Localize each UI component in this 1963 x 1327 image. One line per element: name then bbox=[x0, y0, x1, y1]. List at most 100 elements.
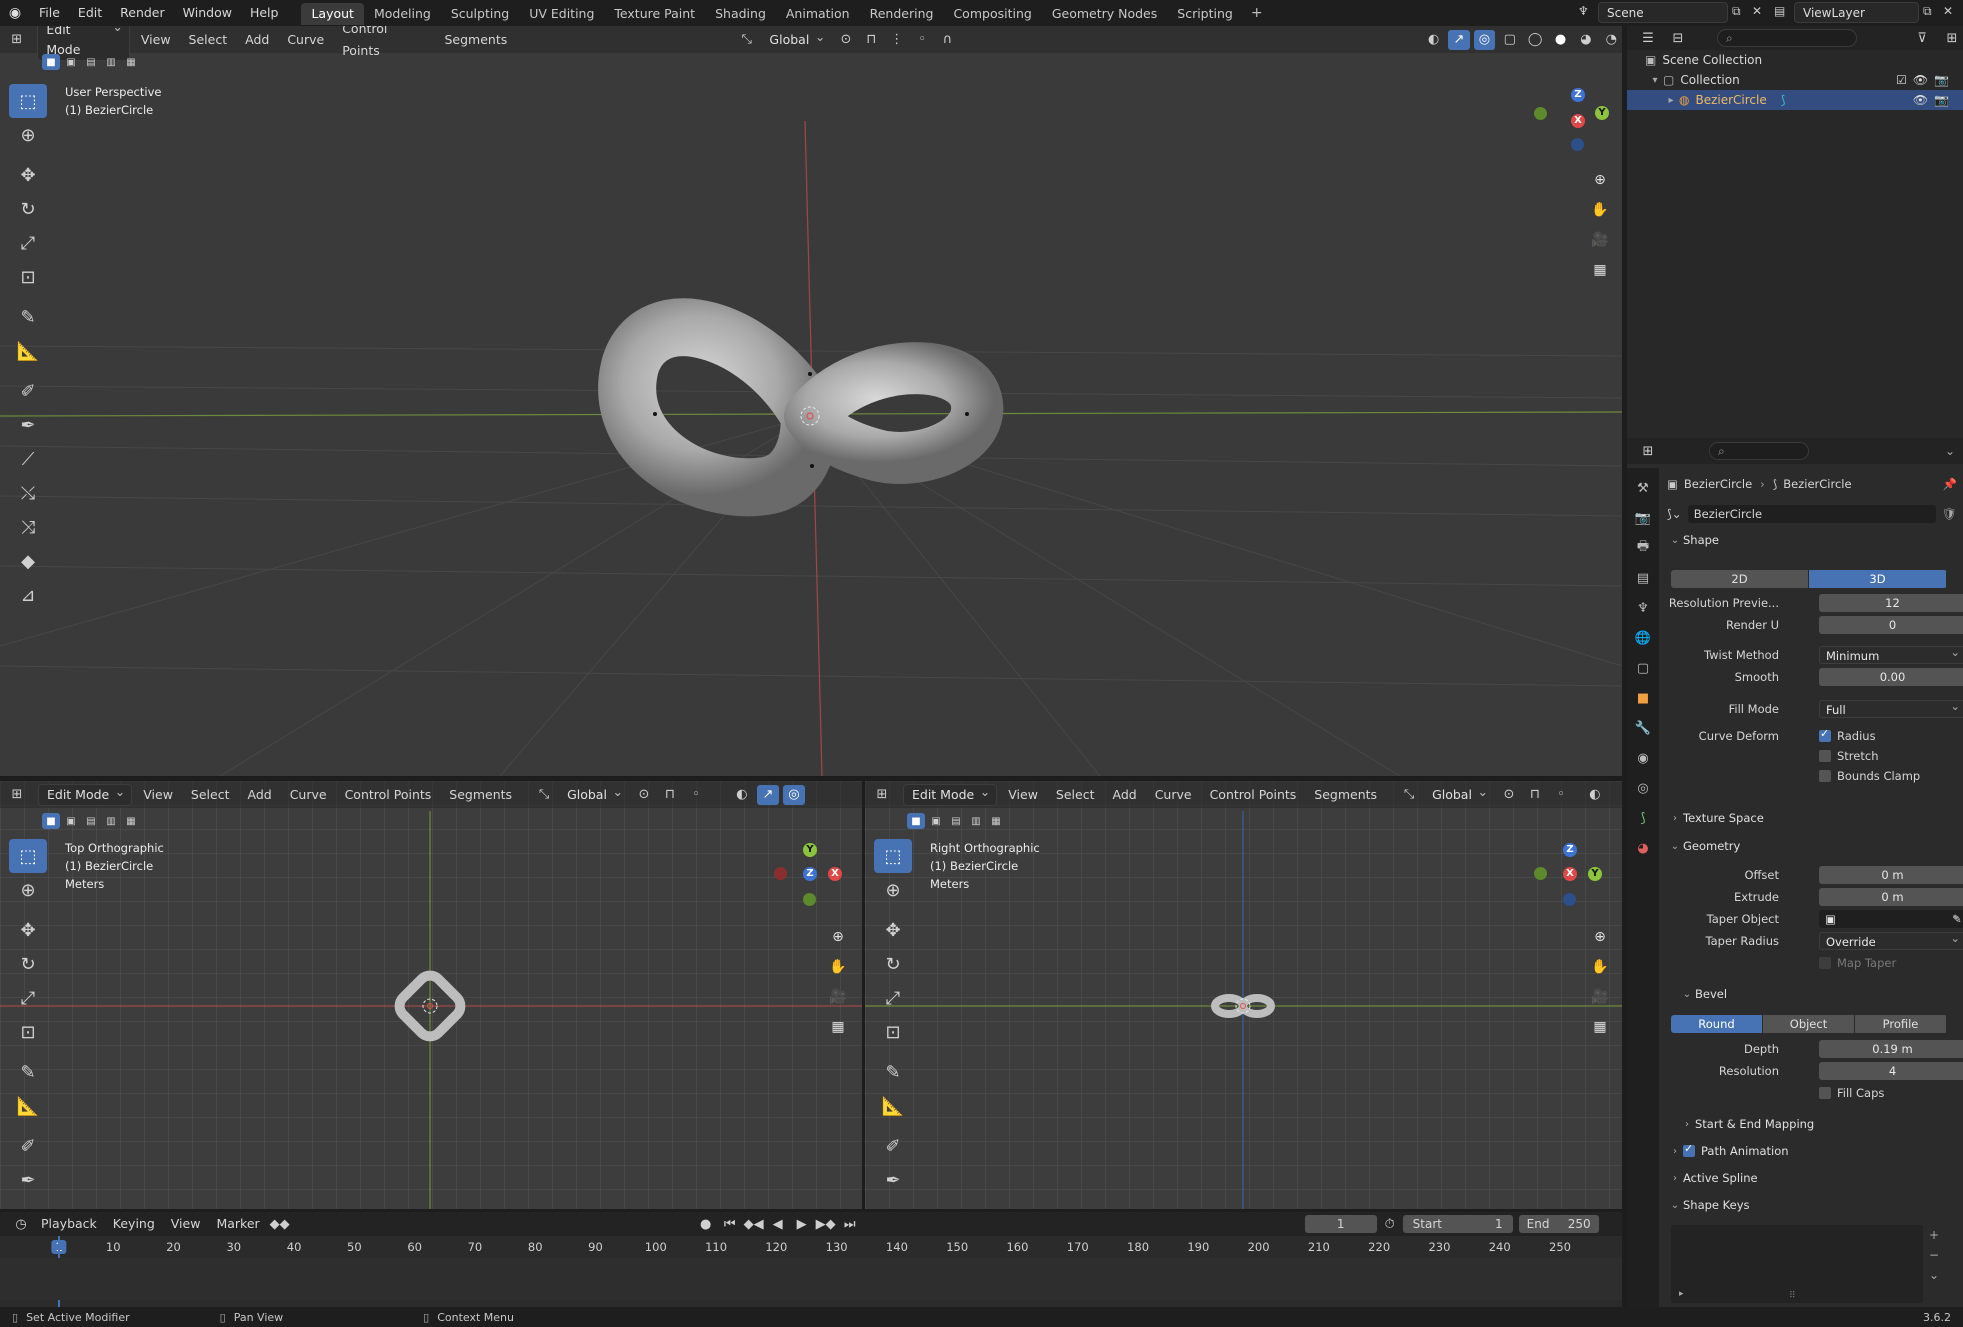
particles-tab-icon[interactable]: ◉ bbox=[1633, 748, 1653, 768]
gizmo-neg-y-icon[interactable] bbox=[803, 893, 816, 906]
pen-tool-icon[interactable]: ✒ bbox=[874, 1163, 912, 1197]
tab-layout[interactable]: Layout bbox=[301, 3, 364, 25]
bevel-panel-header[interactable]: ⌄ Bevel bbox=[1679, 984, 1963, 1004]
select-invert-icon[interactable]: ▥ bbox=[102, 813, 120, 829]
measure-tool-icon[interactable]: 📐 bbox=[9, 334, 47, 368]
measure-tool-icon[interactable]: 📐 bbox=[9, 1089, 47, 1123]
curve-data-tab-icon[interactable]: ⟆ bbox=[1633, 808, 1653, 828]
expand-icon[interactable]: ▸ bbox=[1663, 95, 1679, 106]
menu-select[interactable]: Select bbox=[182, 29, 235, 51]
annotate-tool-icon[interactable]: ✎ bbox=[9, 300, 47, 334]
path-animation-check-icon[interactable] bbox=[1683, 1142, 1695, 1157]
shading-wireframe-icon[interactable]: ◯ bbox=[1524, 30, 1545, 50]
draw-curve-tool-icon[interactable]: ✐ bbox=[874, 1129, 912, 1163]
add-workspace-icon[interactable]: + bbox=[1243, 5, 1271, 21]
proportional-edit-icon[interactable]: ◦ bbox=[911, 30, 932, 50]
play-reverse-icon[interactable]: ◀ bbox=[767, 1214, 789, 1234]
cursor-tool-icon[interactable]: ⊕ bbox=[874, 873, 912, 907]
select-box-tool-icon[interactable]: ⬚ bbox=[874, 839, 912, 873]
outliner-search-input[interactable]: ⌕ bbox=[1717, 29, 1857, 47]
bevel-resolution-field[interactable]: 4 bbox=[1819, 1062, 1963, 1080]
pivot-icon[interactable]: ⊙ bbox=[835, 30, 856, 50]
select-new-icon[interactable]: ■ bbox=[907, 813, 925, 829]
transform-tool-icon[interactable]: ⊡ bbox=[9, 1015, 47, 1049]
pin-icon[interactable]: 📌 bbox=[1943, 477, 1957, 491]
filter-icon[interactable]: ⊽ bbox=[1911, 28, 1933, 48]
dimensions-2d-button[interactable]: 2D bbox=[1671, 570, 1809, 588]
gizmo-neg-y-icon[interactable] bbox=[1534, 107, 1547, 120]
menu-control-points[interactable]: Control Points bbox=[335, 26, 433, 62]
gizmo-neg-z-icon[interactable] bbox=[1563, 893, 1576, 906]
taper-object-field[interactable]: ▣ bbox=[1819, 906, 1963, 928]
menu-window[interactable]: Window bbox=[174, 0, 241, 26]
menu-edit[interactable]: Edit bbox=[69, 0, 111, 26]
map-taper-checkbox[interactable]: Map Taper bbox=[1819, 956, 1896, 970]
menu-view[interactable]: View bbox=[134, 29, 178, 51]
next-keyframe-icon[interactable]: ▶◆ bbox=[815, 1214, 837, 1234]
scale-tool-icon[interactable]: ⤢ bbox=[874, 981, 912, 1015]
radius-tool-icon[interactable]: ⤨ bbox=[9, 510, 47, 544]
pivot-icon[interactable]: ⊙ bbox=[633, 785, 655, 805]
select-box-tool-icon[interactable]: ⬚ bbox=[9, 839, 47, 873]
pivot-icon[interactable]: ⊙ bbox=[1498, 785, 1520, 805]
menu-segments[interactable]: Segments bbox=[442, 784, 519, 806]
list-resize-handle-icon[interactable]: ⠿ bbox=[1789, 1291, 1796, 1301]
radius-checkbox[interactable]: Radius bbox=[1819, 727, 1876, 743]
gizmo-y-icon[interactable]: Y bbox=[1595, 106, 1609, 120]
transform-tool-icon[interactable]: ⊡ bbox=[874, 1015, 912, 1049]
select-intersect-icon[interactable]: ▦ bbox=[987, 813, 1005, 829]
zoom-icon[interactable]: ⊕ bbox=[826, 925, 850, 949]
editor-type-icon[interactable]: ⊞ bbox=[6, 30, 27, 50]
tab-rendering[interactable]: Rendering bbox=[860, 3, 944, 25]
fill-mode-dropdown[interactable]: Full bbox=[1819, 697, 1963, 718]
visibility-icon[interactable]: ◐ bbox=[731, 785, 753, 805]
cursor-tool-icon[interactable]: ⊕ bbox=[9, 873, 47, 907]
bevel-profile-button[interactable]: Profile bbox=[1855, 1015, 1947, 1033]
auto-key-icon[interactable]: ● bbox=[695, 1214, 717, 1234]
display-mode-icon[interactable]: ⊟ bbox=[1667, 28, 1689, 48]
visibility-icon[interactable]: ◐ bbox=[1584, 785, 1606, 805]
tab-compositing[interactable]: Compositing bbox=[943, 3, 1041, 25]
falloff-icon[interactable]: ∩ bbox=[937, 30, 958, 50]
select-new-icon[interactable]: ■ bbox=[42, 54, 60, 70]
select-box-tool-icon[interactable]: ⬚ bbox=[9, 84, 47, 118]
tab-scripting[interactable]: Scripting bbox=[1167, 3, 1243, 25]
orientation-dropdown[interactable]: Global bbox=[761, 27, 831, 50]
orientation-dropdown[interactable]: Global bbox=[559, 782, 629, 805]
select-extend-icon[interactable]: ▣ bbox=[62, 813, 80, 829]
active-spline-panel-header[interactable]: › Active Spline bbox=[1667, 1168, 1963, 1188]
select-subtract-icon[interactable]: ▤ bbox=[947, 813, 965, 829]
geometry-panel-header[interactable]: ⌄ Geometry bbox=[1667, 836, 1963, 856]
view-layer-selector[interactable]: ViewLayer bbox=[1794, 2, 1919, 23]
stretch-checkbox[interactable]: Stretch bbox=[1819, 749, 1878, 763]
pen-tool-icon[interactable]: ✒ bbox=[9, 408, 47, 442]
depth-field[interactable]: 0.19 m bbox=[1819, 1040, 1963, 1058]
mode-dropdown[interactable]: Edit Mode bbox=[903, 782, 998, 806]
smooth-field[interactable]: 0.00 bbox=[1819, 668, 1963, 686]
scene-selector[interactable]: Scene bbox=[1598, 2, 1728, 23]
start-end-mapping-panel-header[interactable]: › Start & End Mapping bbox=[1679, 1114, 1963, 1134]
render-tab-icon[interactable]: 📷 bbox=[1633, 508, 1653, 528]
menu-control-points[interactable]: Control Points bbox=[1203, 784, 1304, 806]
outliner-row-collection[interactable]: ▾ ▢ Collection ☑👁📷 bbox=[1627, 70, 1963, 90]
menu-add[interactable]: Add bbox=[1105, 784, 1143, 806]
new-scene-icon[interactable]: ⧉ bbox=[1732, 4, 1741, 19]
resolution-preview-field[interactable]: 12 bbox=[1819, 594, 1963, 612]
path-animation-panel-header[interactable]: › Path Animation bbox=[1667, 1141, 1963, 1161]
menu-curve[interactable]: Curve bbox=[280, 29, 331, 51]
delete-scene-icon[interactable]: ✕ bbox=[1752, 4, 1762, 18]
shading-rendered-icon[interactable]: ◔ bbox=[1601, 30, 1622, 50]
collection-toggles-icon[interactable]: ☑👁📷 bbox=[1896, 73, 1955, 87]
shape-panel-header[interactable]: ⌄ Shape bbox=[1667, 530, 1963, 550]
editor-type-icon[interactable]: ☰ bbox=[1637, 28, 1659, 48]
mode-dropdown[interactable]: Edit Mode bbox=[38, 782, 133, 806]
jump-start-icon[interactable]: ⏮ bbox=[719, 1214, 741, 1234]
menu-view[interactable]: View bbox=[1001, 784, 1045, 806]
draw-curve-tool-icon[interactable]: ✐ bbox=[9, 1129, 47, 1163]
options-icon[interactable]: ⌄ bbox=[1945, 444, 1955, 458]
pan-hand-icon[interactable]: ✋ bbox=[826, 955, 850, 979]
menu-view[interactable]: View bbox=[136, 784, 180, 806]
shape-keys-list[interactable]: ▸ ⠿ bbox=[1671, 1225, 1923, 1303]
gizmo-z-icon[interactable]: Z bbox=[1571, 88, 1585, 102]
shading-solid-icon[interactable]: ● bbox=[1550, 30, 1571, 50]
